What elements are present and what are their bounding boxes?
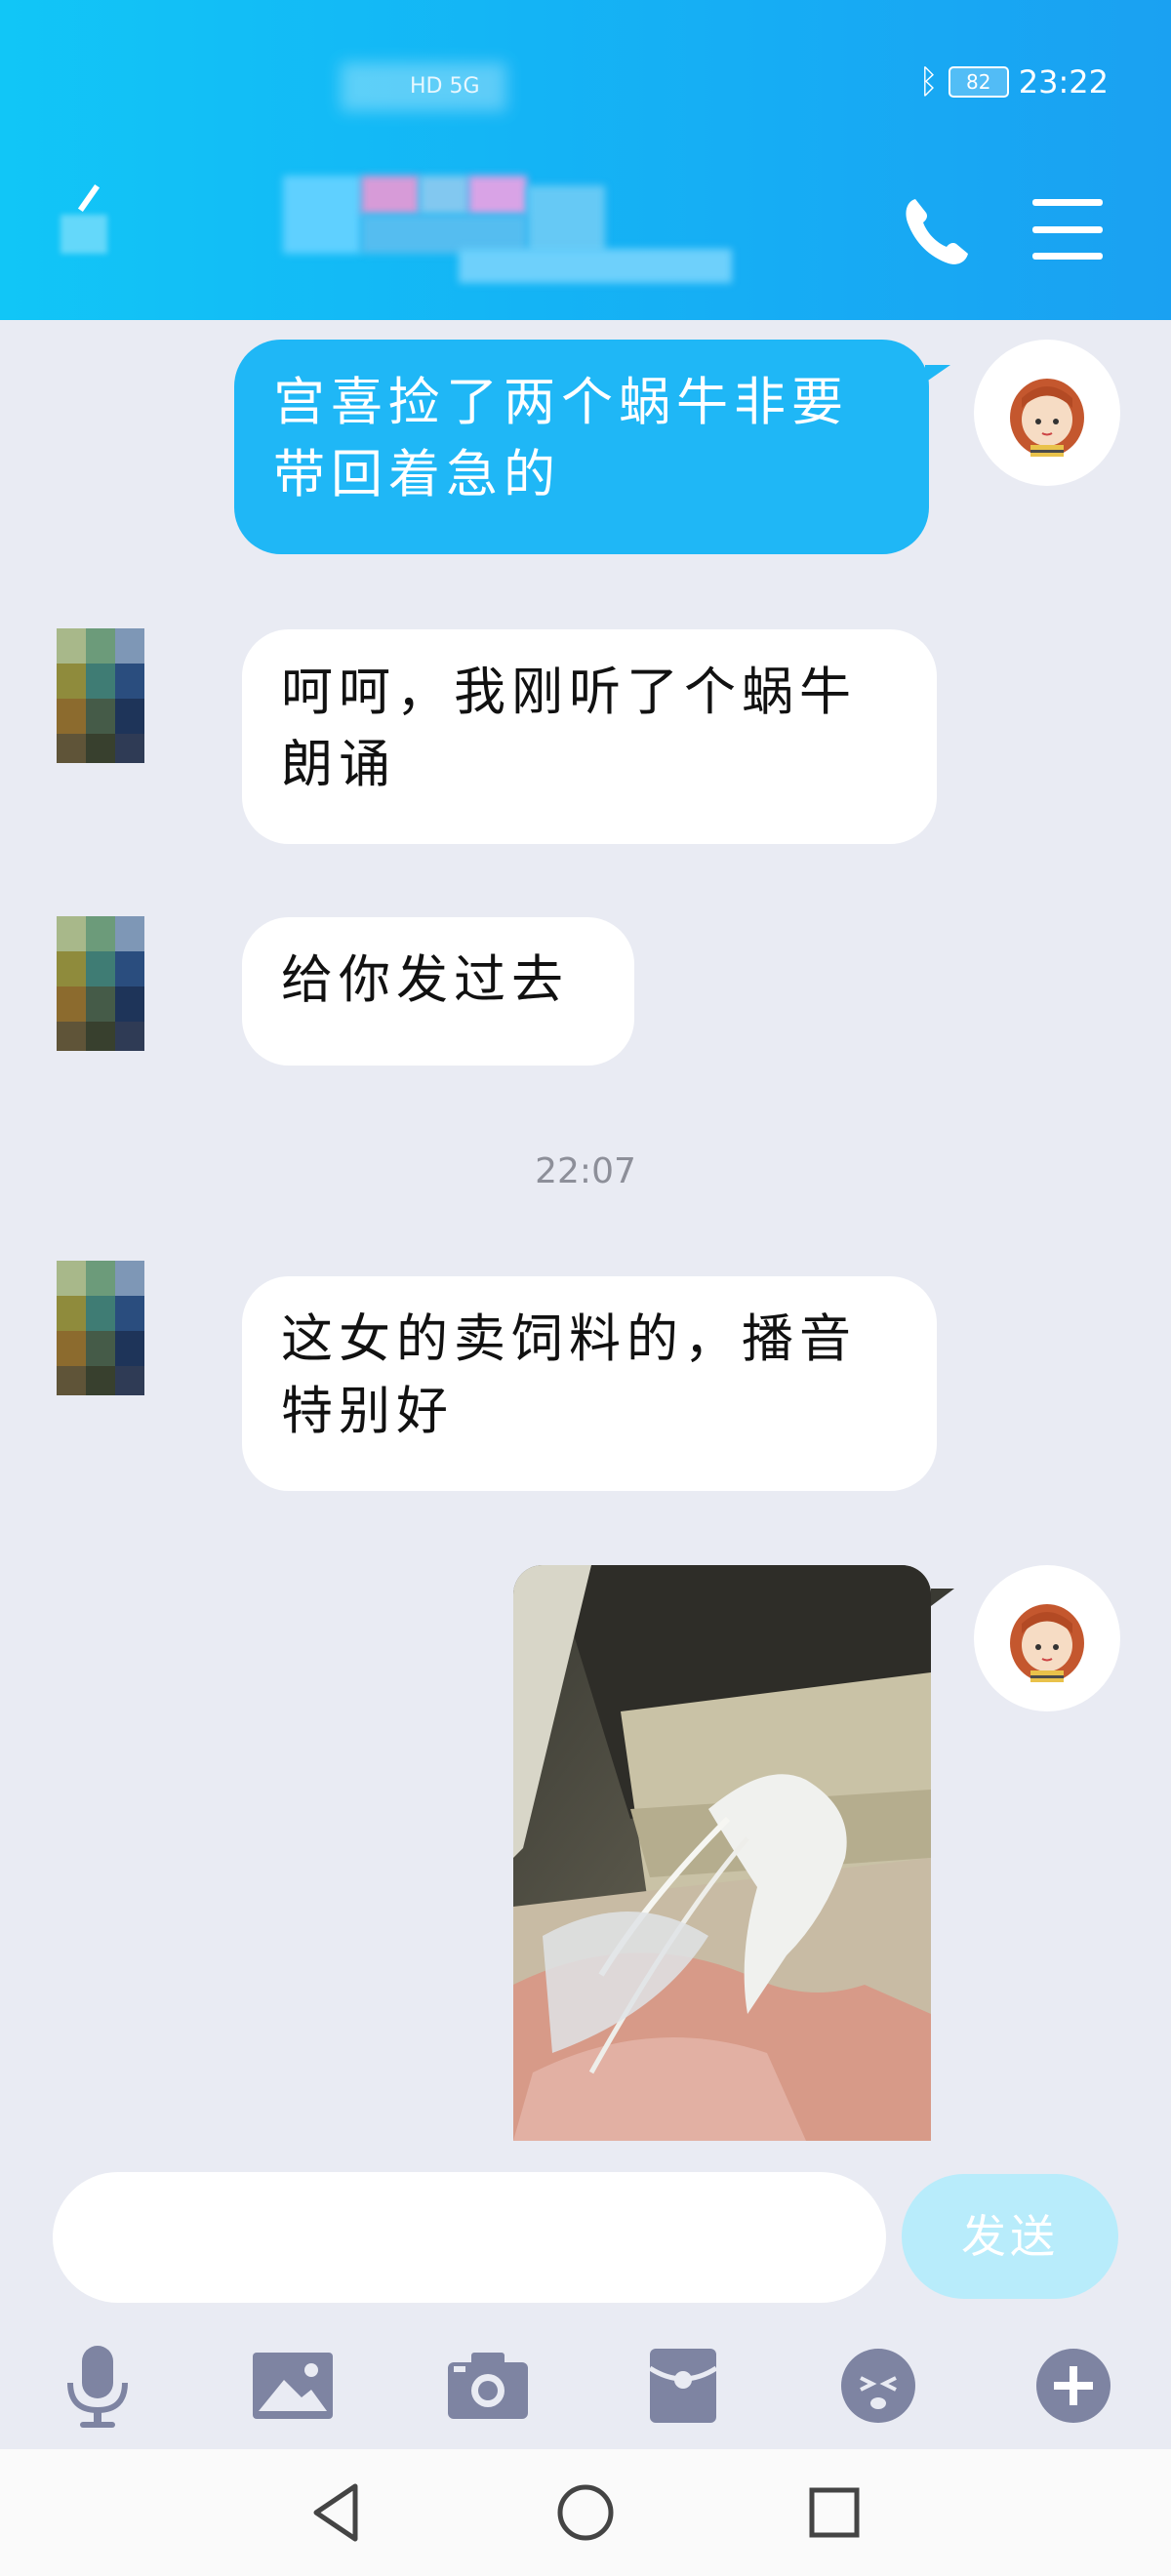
message-timestamp: 22:07 (535, 1151, 636, 1191)
home-circle-icon[interactable] (551, 2478, 620, 2547)
signal-blur (340, 62, 506, 111)
status-right: ᛒ 82 23:22 (918, 62, 1109, 101)
battery-icon: 82 (948, 66, 1009, 98)
message-bubble-outgoing[interactable]: 宫喜捡了两个蜗牛非要带回着急的 (234, 340, 950, 554)
bluetooth-icon: ᛒ (918, 62, 939, 101)
message-bubble-incoming[interactable]: 给你发过去 (242, 917, 634, 1066)
image-icon[interactable] (244, 2332, 342, 2439)
back-triangle-icon[interactable] (303, 2478, 371, 2547)
message-input[interactable] (53, 2172, 886, 2303)
contact-avatar[interactable] (31, 624, 178, 771)
send-button[interactable]: 发送 (902, 2174, 1118, 2299)
contact-avatar[interactable] (31, 912, 178, 1059)
red-packet-icon[interactable] (634, 2332, 732, 2439)
my-avatar[interactable] (974, 1565, 1120, 1711)
contact-avatar[interactable] (31, 1257, 178, 1403)
image-message[interactable] (513, 1565, 931, 2141)
my-avatar[interactable] (974, 340, 1120, 486)
chat-toolbar (0, 2332, 1171, 2449)
emoji-icon[interactable] (829, 2332, 927, 2439)
back-icon[interactable] (53, 183, 121, 263)
image-bubble-tail (931, 1589, 954, 1606)
contact-name-pixelated[interactable] (283, 156, 751, 283)
clock: 23:22 (1018, 63, 1109, 101)
network-status: HD 5G (340, 62, 506, 111)
recents-square-icon[interactable] (800, 2478, 868, 2547)
plus-icon[interactable] (1025, 2332, 1122, 2439)
menu-icon[interactable] (1032, 199, 1103, 260)
message-bubble-incoming[interactable]: 呵呵，我刚听了个蜗牛朗诵 (242, 629, 937, 844)
camera-icon[interactable] (439, 2332, 537, 2439)
message-bubble-incoming[interactable]: 这女的卖饲料的，播音特别好 (242, 1276, 937, 1491)
chat-header: HD 5G ᛒ 82 23:22 (0, 0, 1171, 320)
phone-icon[interactable] (898, 191, 976, 269)
system-navbar (0, 2449, 1171, 2576)
microphone-icon[interactable] (49, 2332, 146, 2439)
